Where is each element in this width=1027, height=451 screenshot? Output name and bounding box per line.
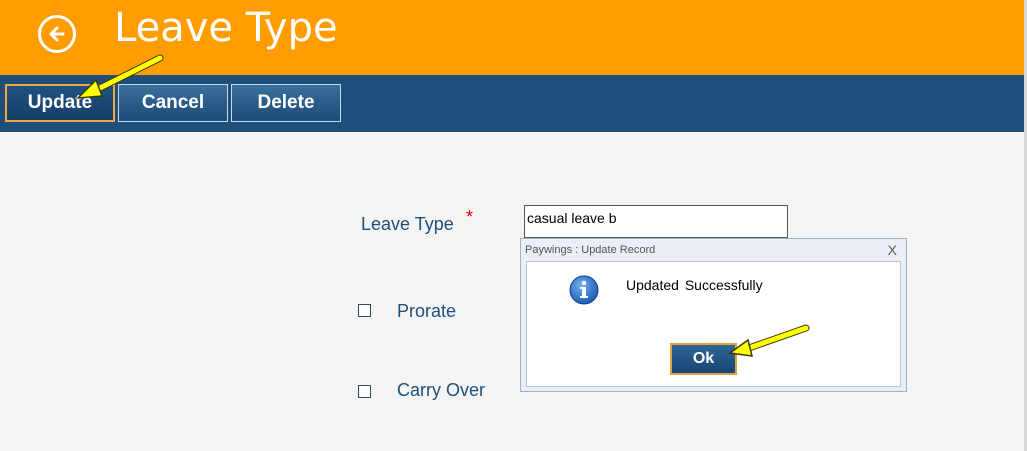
info-icon	[569, 275, 599, 305]
cancel-button[interactable]: Cancel	[118, 84, 228, 122]
toolbar: Update Cancel Delete	[0, 75, 1024, 132]
carry-over-label: Carry Over	[397, 380, 486, 400]
page-title: Leave Type	[114, 5, 338, 51]
header-bar: Leave Type	[0, 0, 1024, 75]
dialog-message: Updated Successfully	[626, 277, 763, 293]
ok-button[interactable]: Ok	[670, 343, 737, 375]
prorate-label: Prorate	[397, 301, 457, 321]
leave-type-input[interactable]	[524, 205, 788, 238]
required-marker: *	[466, 207, 474, 227]
carry-over-checkbox[interactable]	[358, 385, 371, 398]
delete-button[interactable]: Delete	[231, 84, 341, 122]
dialog-title: Paywings : Update Record	[525, 244, 656, 256]
update-record-dialog: Paywings : Update Record X Updated Succe…	[520, 238, 907, 392]
dialog-close-button[interactable]: X	[888, 242, 897, 258]
dialog-body: Updated Successfully Ok	[526, 261, 901, 387]
leave-type-label: Leave Type	[361, 214, 454, 234]
prorate-checkbox[interactable]	[358, 304, 371, 317]
back-button[interactable]	[38, 15, 76, 53]
update-button[interactable]: Update	[5, 84, 115, 122]
arrow-left-icon	[49, 26, 65, 42]
